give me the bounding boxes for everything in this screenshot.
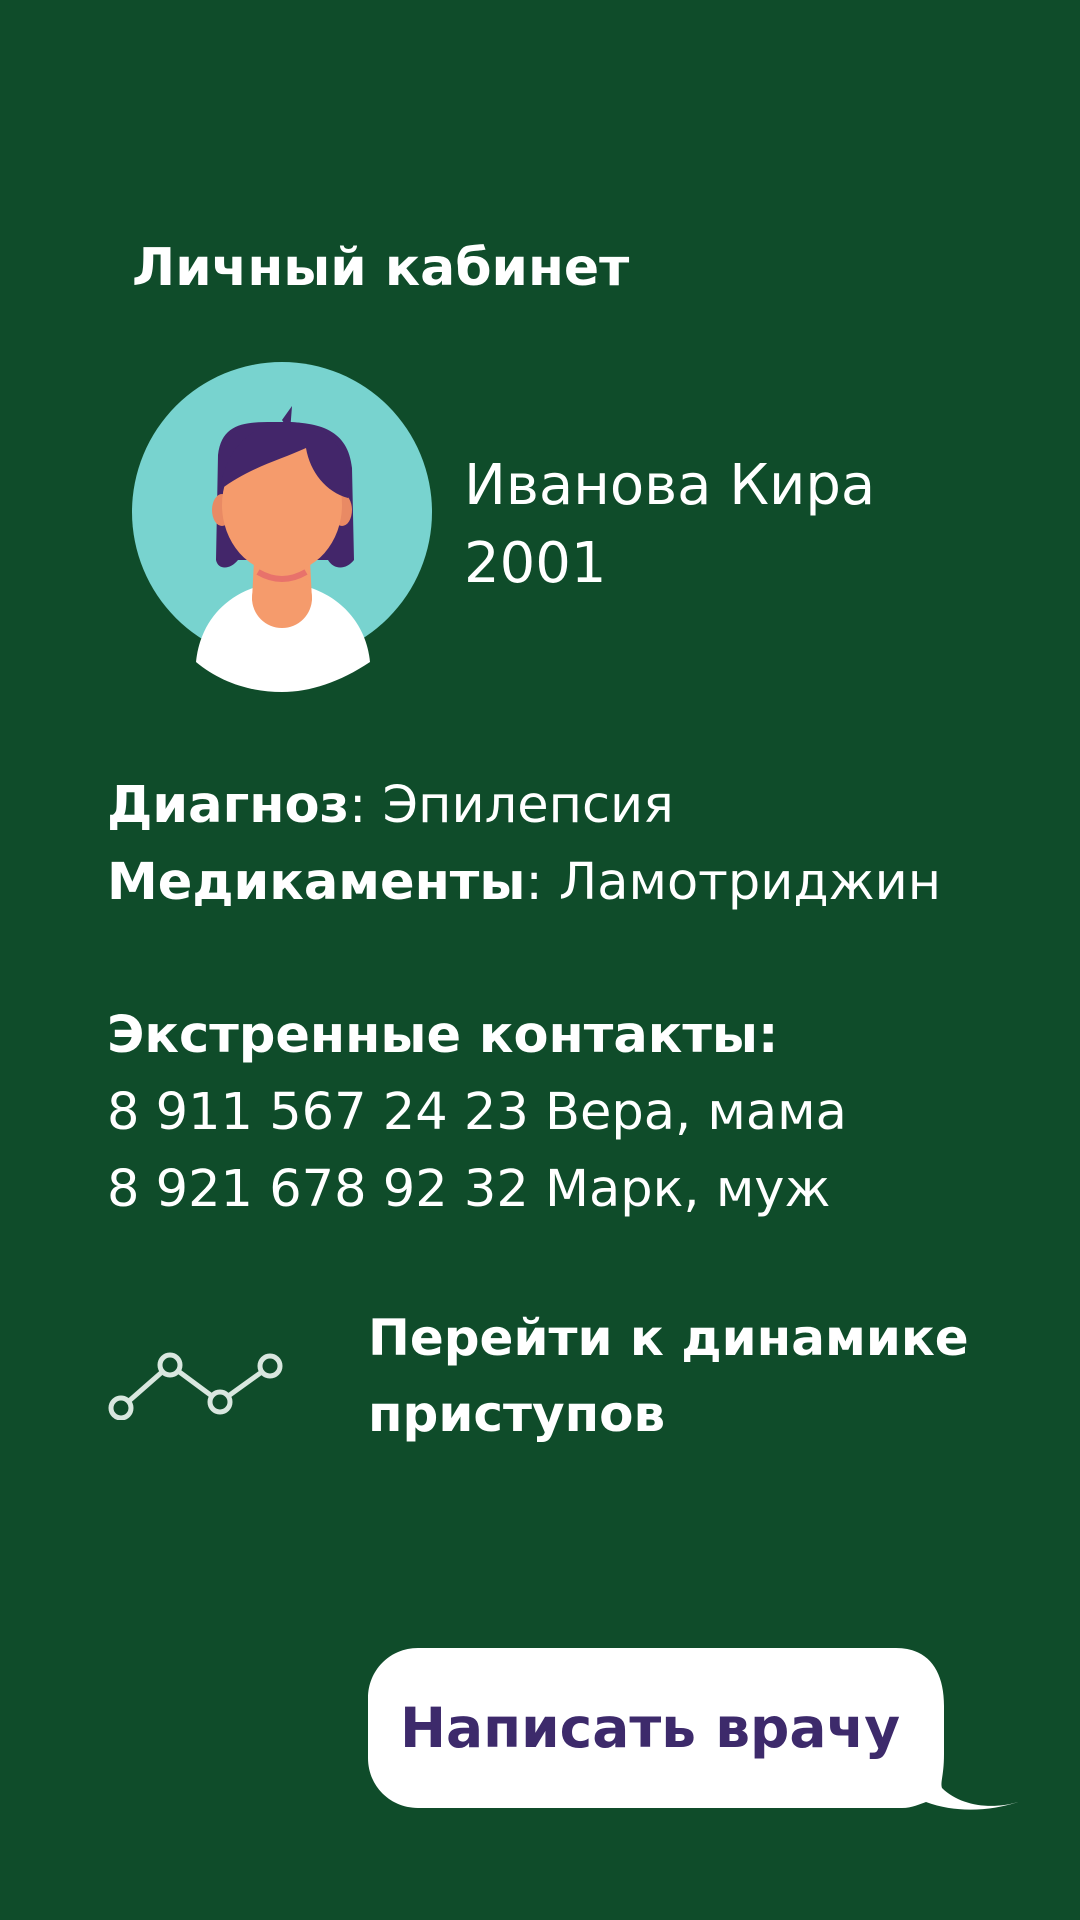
- emergency-contact-2[interactable]: 8 921 678 92 32 Марк, муж: [107, 1152, 830, 1228]
- user-name: Иванова Кира: [464, 453, 876, 518]
- diagnosis-label: Диагноз: [107, 776, 350, 835]
- emergency-contact-1[interactable]: 8 911 567 24 23 Вера, мама: [107, 1075, 847, 1151]
- medication-value: : Ламотриджин: [525, 853, 942, 912]
- line-chart-icon: [108, 1352, 283, 1420]
- female-user-avatar-icon: [132, 362, 432, 692]
- user-birth-year: 2001: [464, 531, 607, 596]
- page-title: Личный кабинет: [132, 238, 630, 298]
- medication-line: Медикаменты: Ламотриджин: [107, 845, 941, 921]
- medication-label: Медикаменты: [107, 853, 526, 912]
- emergency-contacts-title: Экстренные контакты:: [107, 1006, 779, 1065]
- write-doctor-label: Написать врачу: [400, 1696, 901, 1760]
- diagnosis-value: : Эпилепсия: [349, 776, 674, 835]
- diagnosis-line: Диагноз: Эпилепсия: [107, 768, 674, 844]
- seizure-dynamics-label: Перейти к динамике приступов: [368, 1309, 969, 1443]
- profile-avatar: [130, 360, 435, 695]
- seizure-dynamics-link[interactable]: Перейти к динамике приступов: [100, 1300, 1000, 1450]
- write-doctor-button[interactable]: Написать врачу: [366, 1646, 1020, 1812]
